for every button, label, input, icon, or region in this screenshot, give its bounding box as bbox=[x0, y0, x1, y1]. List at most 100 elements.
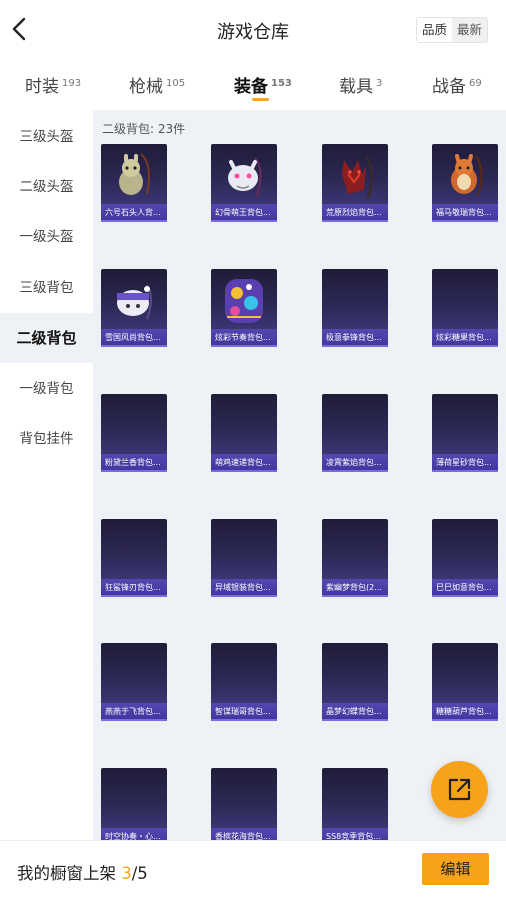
item-thumbnail bbox=[211, 394, 277, 454]
item-thumbnail bbox=[322, 768, 388, 828]
backpack-card[interactable]: 巳巳如意背包... bbox=[432, 519, 498, 599]
horse-backpack-icon bbox=[451, 154, 483, 197]
tab-label: 战备 bbox=[432, 77, 466, 97]
showcase-bar: 我的橱窗上架 3/5 编辑 bbox=[0, 840, 506, 897]
tab-label: 枪械 bbox=[129, 77, 163, 97]
wasteland-flame-backpack-icon bbox=[342, 155, 373, 199]
sort-toggle: 品质 最新 bbox=[415, 17, 488, 43]
item-name: 糖糖葫芦背包... bbox=[432, 703, 498, 721]
item-thumbnail bbox=[322, 643, 388, 703]
sidebar-item-level3-helmet[interactable]: 三级头盔 bbox=[0, 112, 93, 162]
tab-count: 105 bbox=[166, 78, 186, 89]
item-thumbnail bbox=[101, 519, 167, 579]
backpack-card[interactable]: 福马敬瑞背包... bbox=[432, 144, 498, 224]
tab-count: 153 bbox=[271, 78, 292, 89]
active-tab-indicator bbox=[252, 98, 269, 101]
share-button[interactable] bbox=[431, 761, 488, 818]
backpack-card[interactable]: 晶梦幻蝶背包... bbox=[322, 643, 388, 723]
sidebar-item-level3-backpack[interactable]: 三级背包 bbox=[0, 263, 93, 313]
sidebar-item-level2-helmet[interactable]: 二级头盔 bbox=[0, 162, 93, 212]
backpack-card[interactable]: 炫彩节奏背包... bbox=[211, 269, 277, 349]
item-thumbnail bbox=[322, 394, 388, 454]
backpack-card[interactable]: 时空协奏・心... bbox=[101, 768, 167, 840]
tab-fashion[interactable]: 时装 193 bbox=[25, 72, 81, 97]
item-name: 巳巳如意背包... bbox=[432, 579, 498, 597]
item-thumbnail bbox=[211, 144, 277, 204]
backpack-card[interactable]: 智谋瑞哥背包... bbox=[211, 643, 277, 723]
rhythm-backpack-icon bbox=[225, 279, 263, 323]
item-name: 智谋瑞哥背包... bbox=[211, 703, 277, 721]
item-name: 雪国风尚背包... bbox=[101, 329, 167, 347]
tab-label: 装备 bbox=[234, 77, 268, 97]
backpack-card[interactable]: 萌鸡速递背包... bbox=[211, 394, 277, 474]
tab-count: 193 bbox=[62, 78, 82, 89]
showcase-current-count: 3 bbox=[121, 864, 132, 883]
item-name: 荒原烈焰背包... bbox=[322, 204, 388, 222]
item-name: 炫彩节奏背包... bbox=[211, 329, 277, 347]
item-name: 福马敬瑞背包... bbox=[432, 204, 498, 222]
item-thumbnail bbox=[101, 144, 167, 204]
backpack-card[interactable]: 炫彩糖果背包... bbox=[432, 269, 498, 349]
tab-label: 时装 bbox=[25, 77, 59, 97]
backpack-card[interactable]: 燕燕于飞背包... bbox=[101, 643, 167, 723]
backpack-card[interactable]: 紫幽梦背包(2... bbox=[322, 519, 388, 599]
backpack-card[interactable]: 薄荷星砂背包... bbox=[432, 394, 498, 474]
sidebar-item-level1-backpack[interactable]: 一级背包 bbox=[0, 364, 93, 414]
item-name: 异域银装背包... bbox=[211, 579, 277, 597]
backpack-card[interactable]: 极意拳锋背包... bbox=[322, 269, 388, 349]
item-thumbnail bbox=[322, 144, 388, 204]
showcase-total: /5 bbox=[131, 864, 148, 883]
backpack-card[interactable]: 幻骨萌王背包... bbox=[211, 144, 277, 224]
section-label: 二级背包: 23件 bbox=[102, 122, 186, 136]
backpack-card[interactable]: SS8竞季背包... bbox=[322, 768, 388, 840]
tab-count: 69 bbox=[469, 78, 482, 89]
item-name: SS8竞季背包... bbox=[322, 828, 388, 840]
item-thumbnail bbox=[101, 768, 167, 828]
item-name: 炫彩糖果背包... bbox=[432, 329, 498, 347]
backpack-card[interactable]: 糖糖葫芦背包... bbox=[432, 643, 498, 723]
item-thumbnail bbox=[211, 519, 277, 579]
item-thumbnail bbox=[211, 643, 277, 703]
sidebar-item-level1-helmet[interactable]: 一级头盔 bbox=[0, 212, 93, 262]
header: 游戏仓库 品质 最新 bbox=[0, 0, 506, 60]
item-name: 极意拳锋背包... bbox=[322, 329, 388, 347]
backpack-card[interactable]: 雪国风尚背包... bbox=[101, 269, 167, 349]
item-name: 粉黛兰香背包... bbox=[101, 454, 167, 472]
tab-guns[interactable]: 枪械 105 bbox=[129, 72, 185, 97]
tab-vehicles[interactable]: 载具 3 bbox=[339, 72, 382, 97]
sidebar-item-backpack-charm[interactable]: 背包挂件 bbox=[0, 414, 93, 464]
backpack-card[interactable]: 六号石头人背... bbox=[101, 144, 167, 224]
item-thumbnail bbox=[432, 519, 498, 579]
snow-backpack-icon bbox=[117, 284, 152, 320]
item-name: 狂鲨锋刃背包... bbox=[101, 579, 167, 597]
backpack-card[interactable]: 香槟花海背包... bbox=[211, 768, 277, 840]
tab-equipment[interactable]: 装备 153 bbox=[234, 72, 292, 97]
item-thumbnail bbox=[432, 394, 498, 454]
item-thumbnail bbox=[211, 768, 277, 828]
item-thumbnail bbox=[101, 394, 167, 454]
item-name: 凌霄紫焰背包... bbox=[322, 454, 388, 472]
sort-by-newest[interactable]: 最新 bbox=[451, 18, 487, 42]
item-name: 燕燕于飞背包... bbox=[101, 703, 167, 721]
backpack-card[interactable]: 狂鲨锋刃背包... bbox=[101, 519, 167, 599]
backpack-card[interactable]: 荒原烈焰背包... bbox=[322, 144, 388, 224]
item-thumbnail bbox=[432, 643, 498, 703]
backpack-card[interactable]: 异域银装背包... bbox=[211, 519, 277, 599]
tab-supplies[interactable]: 战备 69 bbox=[432, 72, 482, 97]
sidebar-item-level2-backpack[interactable]: 二级背包 bbox=[0, 313, 93, 363]
backpack-card[interactable]: 粉黛兰香背包... bbox=[101, 394, 167, 474]
item-thumbnail bbox=[101, 269, 167, 329]
showcase-prefix: 我的橱窗上架 bbox=[17, 864, 122, 883]
sidebar: 三级头盔 二级头盔 一级头盔 三级背包 二级背包 一级背包 背包挂件 bbox=[0, 110, 93, 840]
backpack-card[interactable]: 凌霄紫焰背包... bbox=[322, 394, 388, 474]
showcase-status: 我的橱窗上架 3/5 bbox=[17, 860, 148, 884]
sort-by-quality[interactable]: 品质 bbox=[416, 18, 452, 42]
item-name: 时空协奏・心... bbox=[101, 828, 167, 840]
item-list[interactable]: 二级背包: 23件 六号石头人背... 幻骨萌王背包... 荒原烈焰背包... 福马敬… bbox=[93, 110, 506, 840]
item-name: 薄荷星砂背包... bbox=[432, 454, 498, 472]
edit-button[interactable]: 编辑 bbox=[422, 853, 489, 885]
tab-count: 3 bbox=[376, 78, 383, 89]
item-name: 幻骨萌王背包... bbox=[211, 204, 277, 222]
item-thumbnail bbox=[322, 519, 388, 579]
bone-king-backpack-icon bbox=[228, 157, 262, 197]
